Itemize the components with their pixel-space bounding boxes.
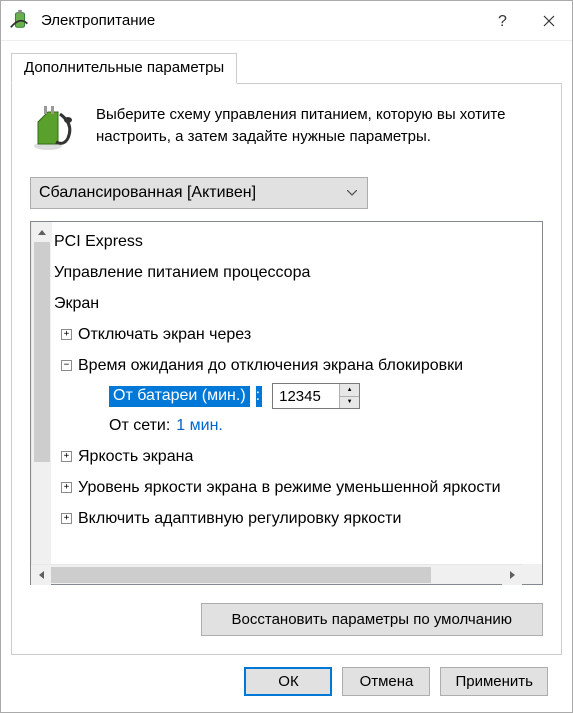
hbar-track[interactable] bbox=[51, 565, 502, 585]
horizontal-scroll-thumb[interactable] bbox=[51, 567, 431, 583]
scheme-value: Сбалансированная [Активен] bbox=[39, 184, 256, 202]
expand-icon[interactable]: + bbox=[61, 329, 72, 340]
scroll-right-button[interactable] bbox=[502, 565, 522, 585]
tab-host: Дополнительные параметры Выбе bbox=[11, 53, 562, 655]
power-plan-icon bbox=[30, 104, 78, 157]
node-brightness[interactable]: Яркость экрана bbox=[78, 448, 193, 466]
spin-up-button[interactable]: ▲ bbox=[340, 384, 359, 396]
node-screen[interactable]: Экран bbox=[54, 295, 99, 313]
scroll-left-button[interactable] bbox=[31, 565, 51, 585]
collapse-icon[interactable]: − bbox=[61, 360, 72, 371]
settings-tree-container: + PCI Express + Управление питанием проц… bbox=[30, 221, 543, 585]
vertical-scrollbar[interactable] bbox=[31, 222, 51, 584]
battery-value-input[interactable] bbox=[273, 384, 339, 408]
expand-icon[interactable]: + bbox=[61, 482, 72, 493]
close-button[interactable] bbox=[526, 1, 572, 40]
title-buttons: ? bbox=[480, 1, 572, 40]
app-icon bbox=[9, 9, 33, 33]
expand-icon[interactable]: + bbox=[61, 451, 72, 462]
cancel-button[interactable]: Отмена bbox=[342, 667, 430, 696]
node-adaptive-brightness[interactable]: Включить адаптивную регулировку яркости bbox=[78, 510, 401, 528]
expand-icon[interactable]: + bbox=[61, 513, 72, 524]
chevron-down-icon bbox=[347, 187, 357, 199]
scrollbar-corner bbox=[522, 564, 542, 584]
dialog-window: Электропитание ? Дополнительные параметр… bbox=[0, 0, 573, 713]
intro-row: Выберите схему управления питанием, кото… bbox=[30, 104, 543, 157]
title-text: Электропитание bbox=[41, 12, 480, 29]
tab-page: Выберите схему управления питанием, кото… bbox=[11, 83, 562, 655]
dialog-buttons: ОК Отмена Применить bbox=[11, 655, 562, 710]
settings-tree[interactable]: + PCI Express + Управление питанием проц… bbox=[31, 222, 522, 564]
tab-additional-settings[interactable]: Дополнительные параметры bbox=[11, 53, 237, 84]
svg-text:?: ? bbox=[498, 13, 507, 29]
title-bar[interactable]: Электропитание ? bbox=[1, 1, 572, 41]
apply-button[interactable]: Применить bbox=[440, 667, 548, 696]
restore-row: Восстановить параметры по умолчанию bbox=[30, 603, 543, 636]
node-turn-off-after[interactable]: Отключать экран через bbox=[78, 326, 251, 344]
power-scheme-dropdown[interactable]: Сбалансированная [Активен] bbox=[30, 177, 368, 209]
sel-colon: : bbox=[256, 386, 262, 407]
node-pci-express[interactable]: PCI Express bbox=[54, 233, 143, 251]
battery-label-selected[interactable]: От батареи (мин.) bbox=[109, 386, 250, 407]
node-dim-brightness[interactable]: Уровень яркости экрана в режиме уменьшен… bbox=[78, 479, 501, 497]
scroll-up-button[interactable] bbox=[32, 222, 52, 242]
horizontal-scrollbar[interactable] bbox=[31, 564, 522, 584]
vertical-scroll-thumb[interactable] bbox=[34, 242, 50, 462]
battery-value-spinner: ▲ ▼ bbox=[272, 383, 360, 409]
restore-defaults-button[interactable]: Восстановить параметры по умолчанию bbox=[201, 603, 543, 636]
client-area: Дополнительные параметры Выбе bbox=[1, 41, 572, 712]
node-cpu-power[interactable]: Управление питанием процессора bbox=[54, 264, 310, 282]
ok-button[interactable]: ОК bbox=[244, 667, 332, 696]
node-lock-timeout[interactable]: Время ожидания до отключения экрана блок… bbox=[78, 357, 463, 375]
plugged-label[interactable]: От сети: bbox=[109, 417, 170, 435]
tab-strip: Дополнительные параметры bbox=[11, 53, 562, 84]
intro-text: Выберите схему управления питанием, кото… bbox=[96, 104, 543, 157]
help-button[interactable]: ? bbox=[480, 1, 526, 40]
spin-down-button[interactable]: ▼ bbox=[340, 396, 359, 409]
plugged-value[interactable]: 1 мин. bbox=[176, 417, 223, 435]
